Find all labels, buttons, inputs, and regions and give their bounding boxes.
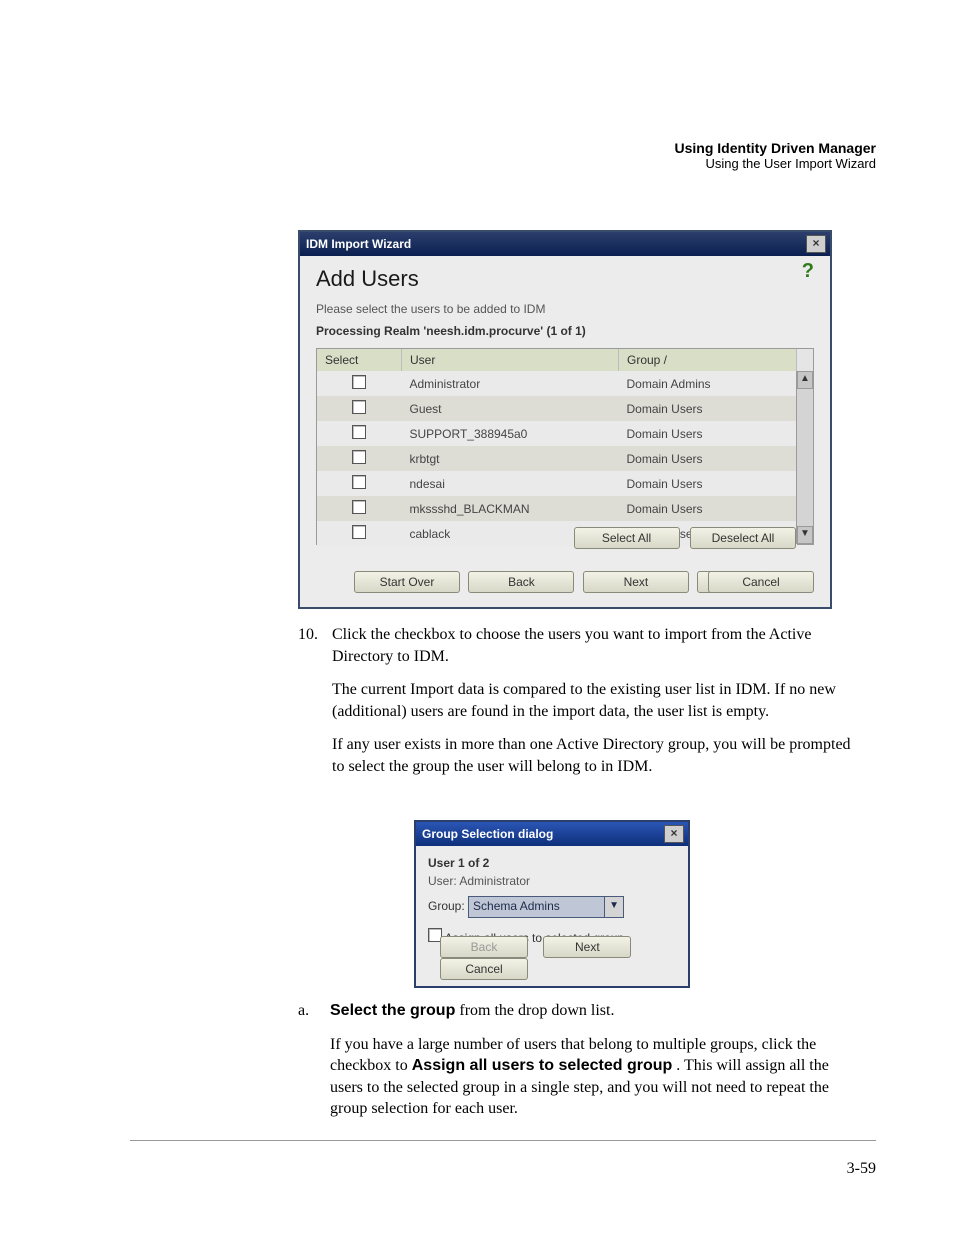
group-selection-dialog: Group Selection dialog × User 1 of 2 Use… [414, 820, 690, 988]
cell-user: Guest [402, 396, 619, 421]
row-checkbox[interactable] [317, 421, 402, 446]
footer-rule [130, 1140, 876, 1141]
table-row: krbtgtDomain Users [317, 446, 797, 471]
cell-user: Administrator [402, 371, 619, 396]
table-row: mkssshd_BLACKMANDomain Users [317, 496, 797, 521]
group-select[interactable]: Schema Admins ▼ [468, 896, 624, 918]
processing-realm-text: Processing Realm 'neesh.idm.procurve' (1… [316, 324, 814, 338]
group-label: Group: [428, 899, 465, 913]
row-checkbox[interactable] [317, 471, 402, 496]
idm-import-wizard-window: IDM Import Wizard × ? Add Users Please s… [298, 230, 832, 609]
table-row: SUPPORT_388945a0Domain Users [317, 421, 797, 446]
substep-a: a. Select the group from the drop down l… [298, 1000, 858, 1120]
window-title: Group Selection dialog [422, 827, 553, 841]
help-icon[interactable]: ? [802, 260, 814, 283]
cell-group: Domain Users [619, 471, 797, 496]
row-checkbox[interactable] [317, 521, 402, 546]
cancel-button[interactable]: Cancel [440, 958, 528, 980]
step-para-2: The current Import data is compared to t… [332, 679, 852, 722]
deselect-all-button[interactable]: Deselect All [690, 527, 796, 549]
users-table-container: ▲ ▼ Select User Group / AdministratorDom… [316, 348, 814, 545]
close-icon[interactable]: × [806, 235, 826, 253]
dialog-heading: Add Users [316, 266, 814, 292]
table-row: ndesaiDomain Users [317, 471, 797, 496]
header-subtitle: Using the User Import Wizard [675, 156, 876, 171]
cell-group: Domain Users [619, 396, 797, 421]
dialog-subtext: Please select the users to be added to I… [316, 302, 814, 316]
back-button: Back [440, 936, 528, 958]
close-icon[interactable]: × [664, 825, 684, 843]
group-select-value: Schema Admins [473, 899, 560, 913]
cell-group: Domain Users [619, 421, 797, 446]
col-user[interactable]: User [402, 349, 619, 371]
scrollbar[interactable]: ▲ ▼ [796, 371, 813, 544]
row-checkbox[interactable] [317, 396, 402, 421]
cell-user: SUPPORT_388945a0 [402, 421, 619, 446]
row-checkbox[interactable] [317, 371, 402, 396]
chevron-down-icon[interactable]: ▼ [604, 897, 623, 917]
scroll-up-icon[interactable]: ▲ [797, 371, 813, 389]
substep-letter: a. [298, 1000, 326, 1022]
table-row: GuestDomain Users [317, 396, 797, 421]
window-title: IDM Import Wizard [306, 237, 411, 251]
cell-user: mkssshd_BLACKMAN [402, 496, 619, 521]
table-row: AdministratorDomain Admins [317, 371, 797, 396]
cell-user: krbtgt [402, 446, 619, 471]
step-text-b: checkbox to choose the users you want to… [332, 626, 811, 665]
row-checkbox[interactable] [317, 496, 402, 521]
next-button[interactable]: Next [583, 571, 689, 593]
step-text-a: Click the [332, 626, 394, 643]
select-all-button[interactable]: Select All [574, 527, 680, 549]
step-para-3: If any user exists in more than one Acti… [332, 734, 852, 777]
window-titlebar: Group Selection dialog × [416, 822, 688, 846]
cancel-button[interactable]: Cancel [708, 571, 814, 593]
users-table: Select User Group / AdministratorDomain … [317, 349, 797, 546]
scroll-down-icon[interactable]: ▼ [797, 526, 813, 544]
substep-para-bold: Assign all users to selected group [412, 1057, 673, 1074]
page-header: Using Identity Driven Manager Using the … [675, 140, 876, 171]
next-button[interactable]: Next [543, 936, 631, 958]
row-checkbox[interactable] [317, 446, 402, 471]
col-select[interactable]: Select [317, 349, 402, 371]
page-number: 3-59 [847, 1160, 876, 1178]
cell-group: Domain Users [619, 496, 797, 521]
cell-group: Domain Users [619, 446, 797, 471]
substep-tail: from the drop down list. [459, 1002, 614, 1019]
step-10: 10. Click the checkbox to choose the use… [298, 624, 858, 778]
header-title: Using Identity Driven Manager [675, 140, 876, 156]
cell-group: Domain Admins [619, 371, 797, 396]
col-group[interactable]: Group / [619, 349, 797, 371]
substep-bold: Select the group [330, 1002, 455, 1019]
user-line: User: Administrator [428, 874, 676, 888]
step-number: 10. [298, 624, 328, 646]
window-titlebar: IDM Import Wizard × [300, 232, 830, 256]
dialog-heading: User 1 of 2 [428, 856, 676, 870]
back-button[interactable]: Back [468, 571, 574, 593]
cell-user: ndesai [402, 471, 619, 496]
start-over-button[interactable]: Start Over [354, 571, 460, 593]
